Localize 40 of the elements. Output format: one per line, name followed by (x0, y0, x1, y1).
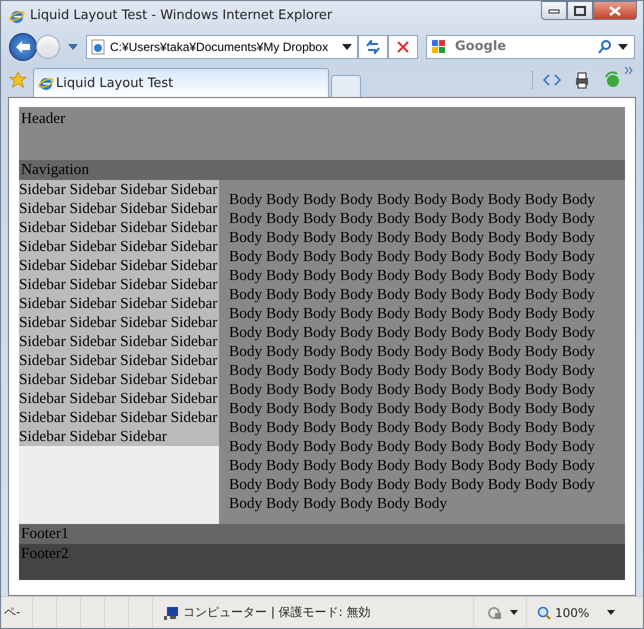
address-field[interactable]: C:¥Users¥taka¥Documents¥My Dropbox (86, 34, 358, 58)
search-icon (598, 40, 612, 54)
maximize-icon (574, 6, 586, 16)
magnifier-icon (537, 606, 551, 620)
dropdown-icon[interactable] (510, 610, 518, 615)
feed-arrows-icon[interactable] (543, 73, 561, 87)
close-button[interactable] (593, 1, 637, 20)
footer-one: Footer1 (19, 524, 625, 544)
zone-text: コンピューター | 保護モード: 無効 (183, 604, 371, 621)
page-icon (90, 38, 106, 54)
minimize-button[interactable] (541, 1, 567, 20)
search-box[interactable]: Google (426, 34, 635, 58)
maximize-button[interactable] (567, 1, 593, 20)
refresh-button[interactable] (358, 34, 388, 58)
progress-text: ペ- (1, 597, 33, 628)
back-arrow-icon (15, 40, 31, 54)
sidebar-text: Sidebar Sidebar Sidebar Sidebar Sidebar Sidebar Sidebar Sidebar Sidebar Sidebar Sidebar Sidebar Sidebar Sidebar Sidebar Sidebar Sidebar Sidebar Sidebar Sidebar Sidebar Sidebar Sidebar Sidebar Sidebar Sidebar Sidebar Sidebar Sidebar Sidebar Sidebar Sidebar Sidebar Sidebar Sidebar Sidebar Sidebar Sidebar Sidebar Sidebar Sidebar Sidebar Sidebar Sidebar Sidebar Sidebar Sidebar Sidebar Sidebar Sidebar Sidebar Sidebar Sidebar Sidebar Sidebar (19, 180, 219, 446)
zoom-button[interactable]: 100% (527, 597, 643, 628)
page-navigation: Navigation (19, 160, 625, 180)
minimize-icon (548, 8, 560, 14)
browser-logo-icon (38, 75, 54, 91)
chevron-icon[interactable] (625, 67, 633, 74)
page-header: Header (19, 107, 625, 160)
stop-button[interactable] (388, 34, 418, 58)
dropdown-icon (607, 610, 616, 615)
forward-arrow-icon (41, 40, 55, 52)
close-icon (609, 6, 621, 16)
computer-icon (163, 606, 179, 620)
browser-tab[interactable]: Liquid Layout Test (33, 68, 329, 97)
back-button[interactable] (9, 32, 37, 60)
favorites-star-icon[interactable] (9, 71, 27, 89)
footer-two: Footer2 (19, 544, 625, 580)
dropdown-icon (618, 44, 628, 50)
body-text: Body Body Body Body Body Body Body Body Body Body Body Body Body Body Body Body Body Body Body Body Body Body Body Body Body Body Body Body Body Body Body Body Body Body Body Body Body Body Body Body Body Body Body Body Body Body Body Body Body Body Body Body Body Body Body Body Body Body Body Body Body Body Body Body Body Body Body Body Body Body Body Body Body Body Body Body Body Body Body Body Body Body Body Body Body Body Body Body Body Body Body Body Body Body Body Body Body Body Body Body Body Body Body Body Body Body Body Body Body Body Body Body Body Body Body Body Body Body Body Body Body Body Body Body Body Body Body Body Body Body Body Body Body Body Body Body Body Body Body Body Body Body Body Body Body Body Body Body Body Body Body Body Body Body Body Body Body Body Body Body Body Body Body Body Body Body (228, 190, 596, 514)
printer-icon[interactable] (573, 71, 591, 89)
search-provider-icon (431, 38, 447, 54)
window-title: Liquid Layout Test - Windows Internet Explorer (30, 8, 332, 23)
stop-x-icon (397, 40, 409, 52)
refresh-arrows-icon (365, 40, 381, 54)
dropdown-icon (342, 44, 352, 50)
